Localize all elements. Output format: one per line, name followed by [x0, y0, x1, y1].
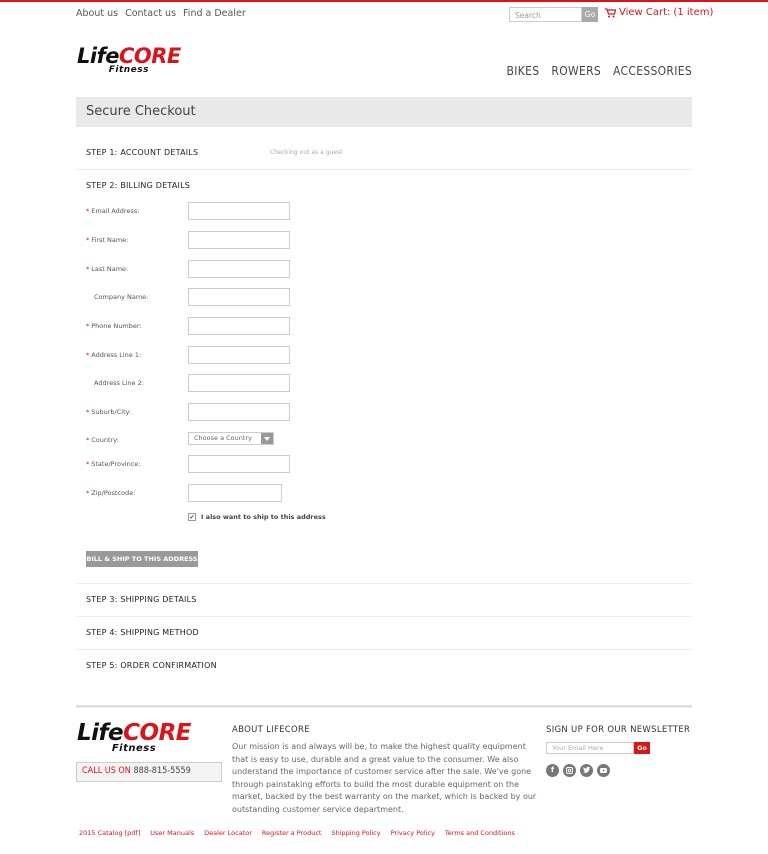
ship-to-address-option: ✔ I also want to ship to this address	[188, 513, 326, 521]
state-field[interactable]	[188, 455, 290, 473]
form-row-address-1: * Address Line 1:	[76, 346, 692, 366]
instagram-icon[interactable]	[563, 764, 576, 777]
field-label: * Phone Number:	[86, 322, 142, 330]
city-field[interactable]	[188, 403, 290, 421]
form-row-city: * Suburb/City:	[76, 403, 692, 423]
nav-rowers[interactable]: ROWERS	[551, 64, 601, 78]
field-label: * Zip/Postcode:	[86, 489, 136, 497]
about-text: Our mission is and always will be, to ma…	[232, 742, 537, 814]
divider	[76, 583, 692, 584]
call-us-box: CALL US ON 888-815-5559	[76, 762, 222, 782]
guest-note: Checking out as a guest	[270, 149, 343, 156]
footer-divider	[76, 705, 692, 708]
address-line-2-field[interactable]	[188, 374, 290, 392]
main-nav: BIKES ROWERS ACCESSORIES	[507, 64, 692, 78]
field-label: Address Line 2:	[94, 379, 144, 387]
field-label: * First Name:	[86, 236, 129, 244]
step-5-heading: STEP 5: ORDER CONFIRMATION	[86, 661, 217, 670]
field-label: * Email Address:	[86, 207, 140, 215]
chevron-down-icon	[261, 433, 273, 444]
step-4-heading: STEP 4: SHIPPING METHOD	[86, 628, 199, 637]
form-row-first-name: * First Name:	[76, 231, 692, 251]
phone-number[interactable]: 888-815-5559	[133, 766, 190, 776]
cart-count: (1 item)	[673, 7, 714, 18]
field-label: * Country:	[86, 436, 119, 444]
last-name-field[interactable]	[188, 260, 290, 278]
bill-ship-button[interactable]: BILL & SHIP TO THIS ADDRESS	[86, 551, 198, 567]
footer-link-shipping[interactable]: Shipping Policy	[331, 829, 380, 837]
field-label: * Suburb/City:	[86, 408, 132, 416]
top-accent-bar	[0, 0, 768, 2]
zip-field[interactable]	[188, 484, 282, 502]
search-input[interactable]: Search	[509, 7, 582, 22]
email-field[interactable]	[188, 202, 290, 220]
divider	[76, 169, 692, 170]
address-line-1-field[interactable]	[188, 346, 290, 364]
divider	[76, 616, 692, 617]
country-select[interactable]: Choose a Country	[188, 432, 274, 445]
youtube-icon[interactable]	[597, 764, 610, 777]
form-row-company: Company Name:	[76, 288, 692, 308]
step-1-heading[interactable]: STEP 1: ACCOUNT DETAILS	[76, 148, 692, 157]
step-2-heading: STEP 2: BILLING DETAILS	[86, 181, 191, 190]
nav-accessories[interactable]: ACCESSORIES	[613, 64, 692, 78]
form-row-zip: * Zip/Postcode:	[76, 484, 692, 504]
country-select-value: Choose a Country	[194, 434, 252, 442]
header-logo[interactable]: LifeCORE Fitness	[77, 44, 181, 75]
newsletter-title: SIGN UP FOR OUR NEWSLETTER	[546, 725, 691, 735]
footer-links: 2015 Catalog [pdf] User Manuals Dealer L…	[79, 829, 515, 837]
footer-link-privacy[interactable]: Privacy Policy	[391, 829, 435, 837]
view-cart-link[interactable]: View Cart: (1 item)	[605, 7, 713, 18]
facebook-icon[interactable]: f	[546, 764, 559, 777]
about-title: ABOUT LIFECORE	[232, 725, 310, 735]
ship-to-address-label: I also want to ship to this address	[201, 513, 326, 521]
call-us-label: CALL US ON	[82, 766, 131, 776]
newsletter-email-input[interactable]: Your Email Here	[546, 742, 634, 754]
form-row-address-2: Address Line 2:	[76, 374, 692, 394]
company-name-field[interactable]	[188, 288, 290, 306]
divider	[76, 649, 692, 650]
step-3-heading: STEP 3: SHIPPING DETAILS	[86, 595, 197, 604]
contact-us-link[interactable]: Contact us	[125, 8, 176, 19]
page-title: Secure Checkout	[76, 97, 692, 127]
search-go-button[interactable]: Go	[582, 7, 598, 22]
form-row-phone: * Phone Number:	[76, 317, 692, 337]
social-links: f	[546, 764, 610, 777]
cart-label: View Cart:	[619, 7, 671, 18]
newsletter-go-button[interactable]: Go	[634, 742, 650, 754]
footer-link-catalog[interactable]: 2015 Catalog [pdf]	[79, 829, 140, 837]
top-links: About us Contact us Find a Dealer	[76, 8, 246, 19]
footer-logo: LifeCORE Fitness	[77, 720, 192, 754]
form-row-state: * State/Province:	[76, 455, 692, 475]
field-label: * Address Line 1:	[86, 351, 142, 359]
footer-link-manuals[interactable]: User Manuals	[150, 829, 194, 837]
ship-to-address-checkbox[interactable]: ✔	[188, 513, 196, 521]
twitter-icon[interactable]	[580, 764, 593, 777]
field-label: Company Name:	[94, 293, 149, 301]
form-row-country: * Country: Choose a Country	[76, 429, 692, 449]
about-us-link[interactable]: About us	[76, 8, 118, 19]
field-label: * Last Name:	[86, 265, 129, 273]
first-name-field[interactable]	[188, 231, 290, 249]
field-label: * State/Province:	[86, 460, 141, 468]
cart-icon	[605, 7, 616, 17]
phone-field[interactable]	[188, 317, 290, 335]
form-row-email: * Email Address:	[76, 202, 692, 222]
footer-link-dealer-locator[interactable]: Dealer Locator	[204, 829, 252, 837]
nav-bikes[interactable]: BIKES	[507, 64, 540, 78]
footer-link-register[interactable]: Register a Product	[262, 829, 322, 837]
find-dealer-link[interactable]: Find a Dealer	[183, 8, 246, 19]
form-row-last-name: * Last Name:	[76, 260, 692, 280]
footer-link-terms[interactable]: Terms and Conditions	[445, 829, 515, 837]
